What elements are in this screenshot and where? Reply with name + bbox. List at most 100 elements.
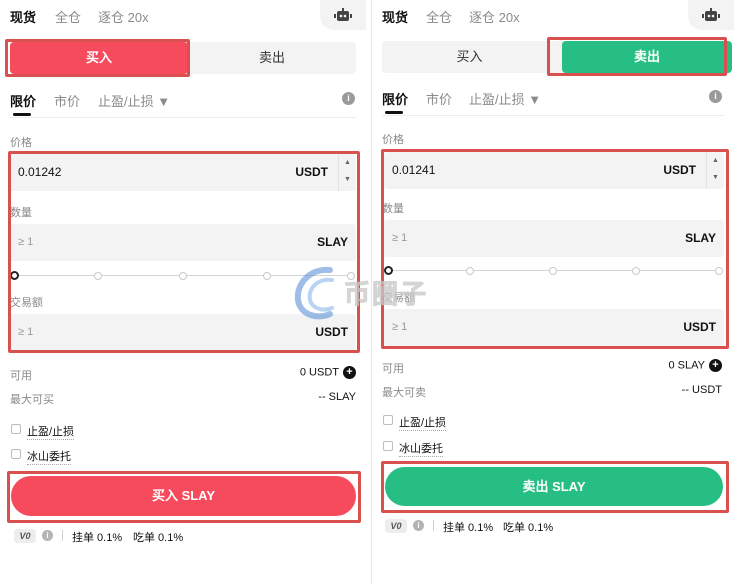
tab-market[interactable]: 市价: [54, 91, 80, 110]
max-value: -- SLAY: [318, 391, 356, 403]
taker-fee: 吃单 0.1%: [133, 532, 184, 544]
fee-info-icon[interactable]: i: [413, 520, 424, 531]
available-row: 0 USDT +: [300, 366, 356, 379]
total-placeholder: ≥ 1: [18, 326, 34, 338]
divider: [433, 520, 434, 531]
price-label: 价格: [382, 134, 404, 146]
tab-spot[interactable]: 现货: [10, 7, 36, 26]
robot-icon: [334, 8, 352, 21]
buy-tab[interactable]: 买入: [10, 42, 188, 74]
total-label: 交易额: [10, 297, 43, 309]
tab-spot[interactable]: 现货: [382, 7, 408, 26]
watermark-text: 币圈子: [343, 279, 429, 310]
available-label: 可用: [10, 370, 32, 382]
quantity-unit: SLAY: [317, 235, 348, 249]
plus-circle-icon[interactable]: +: [343, 366, 356, 379]
info-icon[interactable]: i: [342, 92, 355, 105]
quantity-label: 数量: [382, 203, 404, 215]
tab-isolated[interactable]: 逐仓 20x: [98, 7, 149, 26]
vip-level-badge: V0: [14, 529, 36, 543]
max-value: -- USDT: [681, 384, 722, 396]
tab-cross[interactable]: 全仓: [55, 7, 81, 26]
iceberg-checkbox-label[interactable]: 冰山委托: [399, 440, 443, 457]
tab-limit[interactable]: 限价: [382, 89, 408, 108]
slider-stop-50[interactable]: [179, 272, 187, 280]
max-label: 最大可买: [10, 394, 54, 406]
available-value: 0 USDT: [299, 366, 339, 379]
iceberg-checkbox[interactable]: [383, 441, 393, 451]
slider-stop-75[interactable]: [632, 267, 640, 275]
tpsl-checkbox[interactable]: [11, 424, 21, 434]
quantity-label: 数量: [10, 207, 32, 219]
sell-tab[interactable]: 卖出: [562, 41, 732, 73]
active-tab-indicator: [13, 113, 31, 116]
available-value: 0 SLAY: [668, 359, 706, 372]
account-tabs: 现货 全仓 逐仓 20x: [0, 0, 371, 30]
slider-stop-25[interactable]: [94, 272, 102, 280]
quantity-placeholder: ≥ 1: [392, 232, 408, 244]
price-label: 价格: [10, 137, 32, 149]
slider-stop-50[interactable]: [549, 267, 557, 275]
quantity-unit: SLAY: [685, 231, 716, 245]
available-row: 0 SLAY +: [668, 359, 722, 372]
price-stepper[interactable]: ▲ ▼: [706, 152, 724, 189]
maker-fee: 挂单 0.1%: [72, 532, 123, 544]
slider-handle[interactable]: [10, 271, 19, 280]
price-input[interactable]: 0.01242 USDT ▲ ▼: [10, 154, 356, 191]
tab-limit[interactable]: 限价: [10, 91, 36, 110]
active-tab-indicator: [385, 111, 403, 114]
plus-circle-icon[interactable]: +: [709, 359, 722, 372]
divider: [382, 115, 724, 116]
quantity-placeholder: ≥ 1: [18, 236, 34, 248]
total-unit: USDT: [315, 325, 348, 339]
tab-market[interactable]: 市价: [426, 89, 452, 108]
price-stepper[interactable]: ▲ ▼: [338, 154, 356, 191]
total-placeholder: ≥ 1: [392, 321, 408, 333]
tpsl-checkbox-label[interactable]: 止盈/止损: [399, 414, 447, 431]
total-unit: USDT: [683, 320, 716, 334]
quantity-input[interactable]: ≥ 1 SLAY: [10, 224, 356, 261]
robot-icon: [702, 8, 720, 21]
tab-isolated[interactable]: 逐仓 20x: [469, 7, 520, 26]
stepper-up-icon[interactable]: ▲: [712, 157, 719, 164]
side-switch: 买入 卖出: [10, 42, 356, 74]
tpsl-checkbox-label[interactable]: 止盈/止损: [27, 423, 75, 440]
account-tabs: 现货 全仓 逐仓 20x: [372, 0, 739, 30]
price-unit: USDT: [663, 163, 696, 177]
price-value: 0.01241: [392, 163, 436, 177]
trading-bot-button[interactable]: [688, 0, 734, 30]
price-value: 0.01242: [18, 165, 62, 179]
tab-cross[interactable]: 全仓: [426, 7, 452, 26]
vip-level-badge: V0: [385, 519, 407, 533]
buy-submit-button[interactable]: 买入 SLAY: [11, 476, 356, 516]
sell-submit-button[interactable]: 卖出 SLAY: [385, 467, 723, 506]
iceberg-checkbox[interactable]: [11, 449, 21, 459]
buy-tab[interactable]: 买入: [382, 41, 557, 73]
fee-info-icon[interactable]: i: [42, 530, 53, 541]
stepper-down-icon[interactable]: ▼: [344, 176, 351, 183]
slider-stop-75[interactable]: [263, 272, 271, 280]
slider-stop-100[interactable]: [715, 267, 723, 275]
price-unit: USDT: [295, 165, 328, 179]
quantity-input[interactable]: ≥ 1 SLAY: [384, 220, 724, 257]
stepper-up-icon[interactable]: ▲: [344, 159, 351, 166]
taker-fee: 吃单 0.1%: [503, 522, 554, 534]
maker-fee: 挂单 0.1%: [443, 522, 494, 534]
trading-bot-button[interactable]: [320, 0, 366, 30]
tpsl-checkbox[interactable]: [383, 415, 393, 425]
watermark-swirl-icon: [294, 266, 334, 320]
price-input[interactable]: 0.01241 USDT ▲ ▼: [384, 152, 724, 189]
available-label: 可用: [382, 363, 404, 375]
max-label: 最大可卖: [382, 387, 426, 399]
sell-tab[interactable]: 卖出: [188, 42, 356, 74]
tab-tpsl[interactable]: 止盈/止损 ▼: [469, 89, 541, 108]
watermark-logo: 币圈子: [292, 262, 442, 322]
divider: [10, 117, 356, 118]
info-icon[interactable]: i: [709, 90, 722, 103]
slider-stop-25[interactable]: [466, 267, 474, 275]
divider: [62, 530, 63, 541]
stepper-down-icon[interactable]: ▼: [712, 174, 719, 181]
side-switch: 买入 卖出: [382, 41, 732, 73]
iceberg-checkbox-label[interactable]: 冰山委托: [27, 448, 71, 465]
tab-tpsl[interactable]: 止盈/止损 ▼: [98, 91, 170, 110]
